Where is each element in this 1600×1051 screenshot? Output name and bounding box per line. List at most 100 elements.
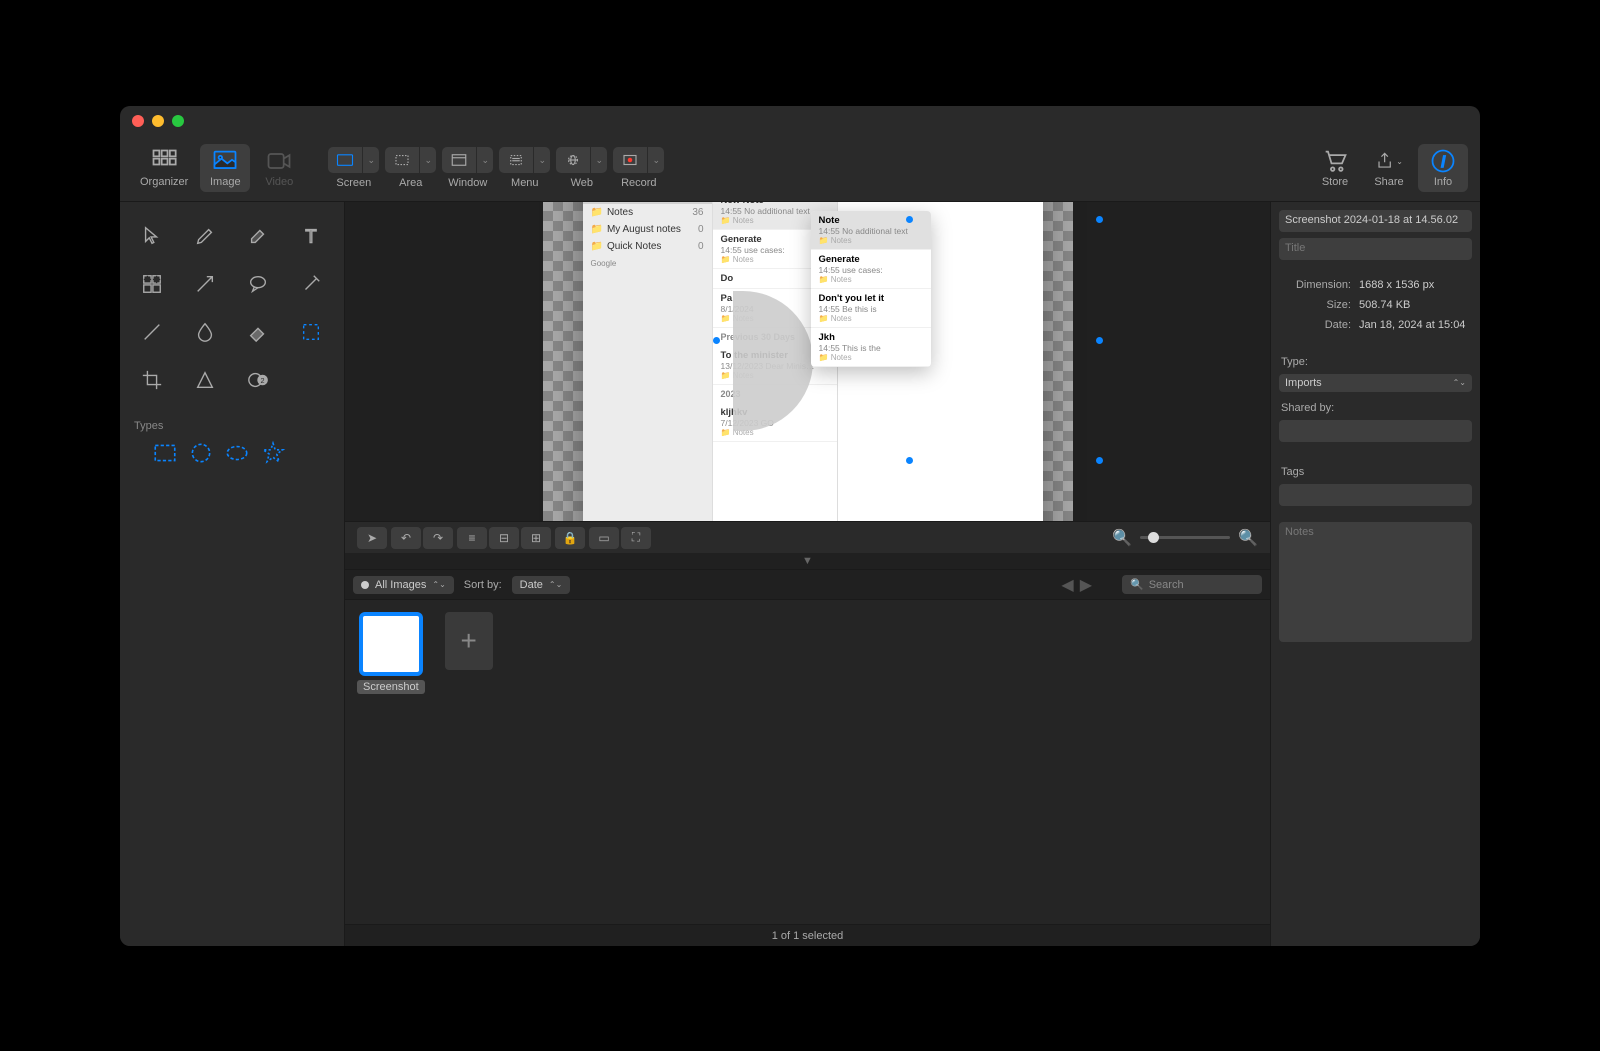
notes-field[interactable]: Notes <box>1279 522 1472 642</box>
crop-tool[interactable] <box>130 360 174 400</box>
filter-select[interactable]: All Images⌃⌄ <box>353 576 454 594</box>
blur-tool[interactable] <box>183 312 227 352</box>
cursor-button[interactable]: ➤ <box>357 527 387 549</box>
window-icon <box>442 147 476 173</box>
main-toolbar: Organizer Image Video ⌄ Screen ⌄ Area ⌄ … <box>120 136 1480 202</box>
chevron-down-icon[interactable]: ⌄ <box>477 147 493 173</box>
web-capture-button[interactable]: ⌄ Web <box>556 147 607 189</box>
screen-icon <box>328 147 362 173</box>
star-shape[interactable] <box>260 440 286 466</box>
actual-button[interactable]: ⛶ <box>621 527 651 549</box>
globe-icon <box>556 147 590 173</box>
chevron-down-icon[interactable]: ⌄ <box>591 147 607 173</box>
store-button[interactable]: Store <box>1310 144 1360 192</box>
line-tool[interactable] <box>130 312 174 352</box>
ellipse-shape[interactable] <box>224 440 250 466</box>
next-arrow-icon[interactable]: ▶ <box>1080 575 1092 595</box>
browser-bar: All Images⌃⌄ Sort by: Date⌃⌄ ◀ ▶ 🔍 Search <box>345 569 1270 599</box>
stamp-tool[interactable] <box>130 264 174 304</box>
cart-icon <box>1321 148 1349 174</box>
shared-field[interactable] <box>1279 420 1472 442</box>
undo-button[interactable]: ↶ <box>391 527 421 549</box>
type-select[interactable]: Imports⌃⌄ <box>1279 374 1472 392</box>
screenshot-image[interactable]: ▦ iCloud 📁All iCloud36 📁Notes36 📁My Augu… <box>543 202 1073 522</box>
video-icon <box>265 148 293 174</box>
align3-button[interactable]: ⊞ <box>521 527 551 549</box>
titlebar[interactable] <box>120 106 1480 136</box>
area-capture-button[interactable]: ⌄ Area <box>385 147 436 189</box>
video-tab[interactable]: Video <box>254 144 304 192</box>
highlighter-tool[interactable] <box>236 216 280 256</box>
numbered-tool[interactable]: 2 <box>236 360 280 400</box>
rect-shape[interactable] <box>152 440 178 466</box>
shape-tool[interactable] <box>183 360 227 400</box>
center-area: ▦ iCloud 📁All iCloud36 📁Notes36 📁My Augu… <box>345 202 1270 946</box>
callout-tool[interactable] <box>236 264 280 304</box>
thumbnail-item[interactable]: Screenshot <box>357 612 425 912</box>
types-label: Types <box>130 420 334 432</box>
close-icon[interactable] <box>132 115 144 127</box>
pointer-tool[interactable] <box>130 216 174 256</box>
lock-button[interactable]: 🔒 <box>555 527 585 549</box>
tags-field[interactable] <box>1279 484 1472 506</box>
selection-handle[interactable] <box>906 216 913 223</box>
title-field[interactable]: Title <box>1279 238 1472 260</box>
sort-label: Sort by: <box>464 579 502 591</box>
add-thumbnail[interactable]: + <box>445 612 493 912</box>
selection-handle[interactable] <box>1096 337 1103 344</box>
share-button[interactable]: ⌄ Share <box>1364 144 1414 192</box>
tags-label: Tags <box>1279 466 1472 478</box>
redo-button[interactable]: ↷ <box>423 527 453 549</box>
fullscreen-icon[interactable] <box>172 115 184 127</box>
align2-button[interactable]: ⊟ <box>489 527 519 549</box>
image-tab[interactable]: Image <box>200 144 250 192</box>
screen-capture-button[interactable]: ⌄ Screen <box>328 147 379 189</box>
date-value: Jan 18, 2024 at 15:04 <box>1351 319 1470 331</box>
info-button[interactable]: i Info <box>1418 144 1468 192</box>
chevron-down-icon[interactable]: ⌄ <box>534 147 550 173</box>
chevron-down-icon[interactable]: ⌄ <box>648 147 664 173</box>
shape-types <box>130 440 334 466</box>
chevron-down-icon[interactable]: ⌄ <box>363 147 379 173</box>
sort-select[interactable]: Date⌃⌄ <box>512 576 571 594</box>
window-capture-button[interactable]: ⌄ Window <box>442 147 493 189</box>
divider-handle[interactable]: ▼ <box>345 553 1270 569</box>
record-icon <box>613 147 647 173</box>
dimension-value: 1688 x 1536 px <box>1351 279 1470 291</box>
circle-shape[interactable] <box>188 440 214 466</box>
pencil-tool[interactable] <box>183 216 227 256</box>
fit-button[interactable]: ▭ <box>589 527 619 549</box>
floating-notes-list: Note14:55 No additional text📁 Notes Gene… <box>811 211 931 367</box>
chevron-down-icon[interactable]: ⌄ <box>420 147 436 173</box>
selection-handle[interactable] <box>906 457 913 464</box>
grid-icon <box>150 148 178 174</box>
prev-arrow-icon[interactable]: ◀ <box>1061 575 1073 595</box>
edit-toolbar: ➤ ↶ ↷ ≡ ⊟ ⊞ 🔒 ▭ ⛶ � <box>345 521 1270 553</box>
zoom-out-icon[interactable]: 🔍 <box>1112 528 1132 548</box>
organizer-tab[interactable]: Organizer <box>132 144 196 192</box>
shared-label: Shared by: <box>1279 402 1472 414</box>
menu-icon <box>499 147 533 173</box>
thumbnail-label: Screenshot <box>357 680 425 694</box>
align-button[interactable]: ≡ <box>457 527 487 549</box>
select-tool[interactable] <box>289 312 333 352</box>
zoom-slider[interactable] <box>1140 536 1230 539</box>
text-tool[interactable]: T <box>289 216 333 256</box>
record-button[interactable]: ⌄ Record <box>613 147 664 189</box>
canvas[interactable]: ▦ iCloud 📁All iCloud36 📁Notes36 📁My Augu… <box>345 202 1270 522</box>
arrow-tool[interactable] <box>183 264 227 304</box>
eraser-tool[interactable] <box>236 312 280 352</box>
search-input[interactable]: 🔍 Search <box>1122 575 1262 594</box>
filename-field[interactable]: Screenshot 2024-01-18 at 14.56.02 <box>1279 210 1472 232</box>
selection-handle[interactable] <box>1096 216 1103 223</box>
minimize-icon[interactable] <box>152 115 164 127</box>
share-icon: ⌄ <box>1375 148 1403 174</box>
pen-tool[interactable] <box>289 264 333 304</box>
traffic-lights <box>132 115 184 127</box>
inspector-panel: Screenshot 2024-01-18 at 14.56.02 Title … <box>1270 202 1480 946</box>
selection-handle[interactable] <box>1096 457 1103 464</box>
zoom-control: 🔍 🔍 <box>1112 528 1258 548</box>
selection-handle[interactable] <box>713 337 720 344</box>
menu-capture-button[interactable]: ⌄ Menu <box>499 147 550 189</box>
zoom-in-icon[interactable]: 🔍 <box>1238 528 1258 548</box>
